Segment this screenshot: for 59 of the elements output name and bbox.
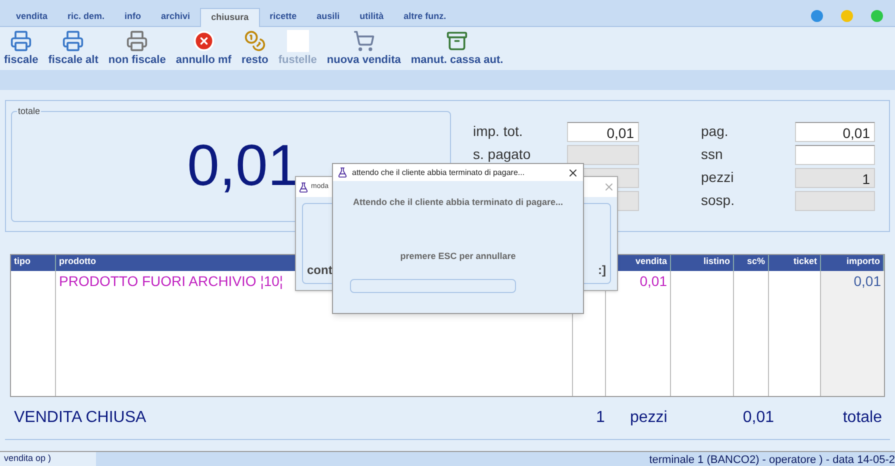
toolbar-button[interactable]: resto: [241, 30, 268, 68]
column-header[interactable]: ticket: [769, 255, 821, 271]
input-field[interactable]: [795, 144, 875, 164]
toolbar-button[interactable]: fiscale alt: [48, 30, 98, 68]
blank-icon: [286, 30, 309, 52]
column-header[interactable]: listino: [671, 255, 734, 271]
close-icon[interactable]: [567, 166, 579, 178]
app-icon: [298, 182, 309, 192]
coins-icon: [244, 30, 266, 52]
dialog-message: Attendo che il cliente abbia terminato di pagare...: [352, 196, 564, 209]
piece-count: 1: [596, 408, 606, 428]
panel-text: :]: [598, 262, 606, 279]
tab[interactable]: vendita: [6, 7, 58, 26]
dialog-title: attendo che il cliente abbia terminato di pagare...: [352, 166, 525, 178]
status-text: terminale 1 (BANCO2) - operatore ) - data 14-05-2: [648, 453, 895, 466]
input-field[interactable]: 0,01: [567, 122, 639, 142]
toolbar-button[interactable]: nuova vendita: [326, 30, 401, 68]
tab[interactable]: ric. dem.: [58, 7, 115, 26]
sale-status: VENDITA CHIUSA: [14, 408, 148, 428]
cash-box-icon: [446, 30, 468, 52]
total-label: totale: [842, 408, 882, 428]
tab[interactable]: archivi: [151, 7, 200, 26]
status-text: vendita op ): [0, 452, 96, 466]
tab[interactable]: altre funz.: [394, 7, 456, 26]
tab[interactable]: ricette: [260, 7, 307, 26]
input-field[interactable]: [567, 144, 639, 164]
window-button[interactable]: [841, 10, 853, 22]
toolbar-button[interactable]: annullo mf: [176, 30, 232, 68]
total-amount: 0,01: [187, 137, 300, 195]
tab[interactable]: chiusura: [200, 8, 260, 27]
column-header[interactable]: sc%: [734, 255, 769, 271]
dialog-hint: premere ESC per annullare: [400, 250, 516, 263]
close-icon: [192, 30, 215, 52]
tab[interactable]: ausili: [306, 7, 350, 26]
field-label: pezzi: [701, 168, 735, 187]
toolbar-button[interactable]: manut. cassa aut.: [410, 30, 504, 68]
table-cell: 0,01: [821, 271, 884, 396]
field-label: ssn: [701, 145, 724, 164]
tab[interactable]: utilità: [350, 7, 394, 26]
field-label: sosp.: [701, 191, 736, 210]
field-label: pag.: [701, 122, 730, 141]
input-field[interactable]: 0,01: [795, 122, 875, 142]
input-field[interactable]: 1: [795, 168, 875, 188]
input-field[interactable]: [795, 190, 875, 210]
tab[interactable]: info: [114, 7, 152, 26]
field-label: s. pagato: [473, 145, 532, 164]
printer-icon: [62, 30, 84, 52]
count-label: pezzi: [630, 408, 668, 428]
field-label: imp. tot.: [473, 122, 524, 141]
toolbar-button[interactable]: fiscale: [4, 30, 38, 68]
window-button[interactable]: [871, 10, 883, 22]
summary-total: 0,01: [742, 408, 774, 428]
window-button[interactable]: [811, 10, 823, 22]
printer-icon: [10, 30, 32, 52]
printer-icon: [126, 30, 148, 52]
cart-icon: [352, 30, 375, 52]
column-header[interactable]: tipo: [11, 255, 56, 271]
app-icon: [337, 167, 348, 178]
toolbar-button[interactable]: non fiscale: [108, 30, 166, 68]
